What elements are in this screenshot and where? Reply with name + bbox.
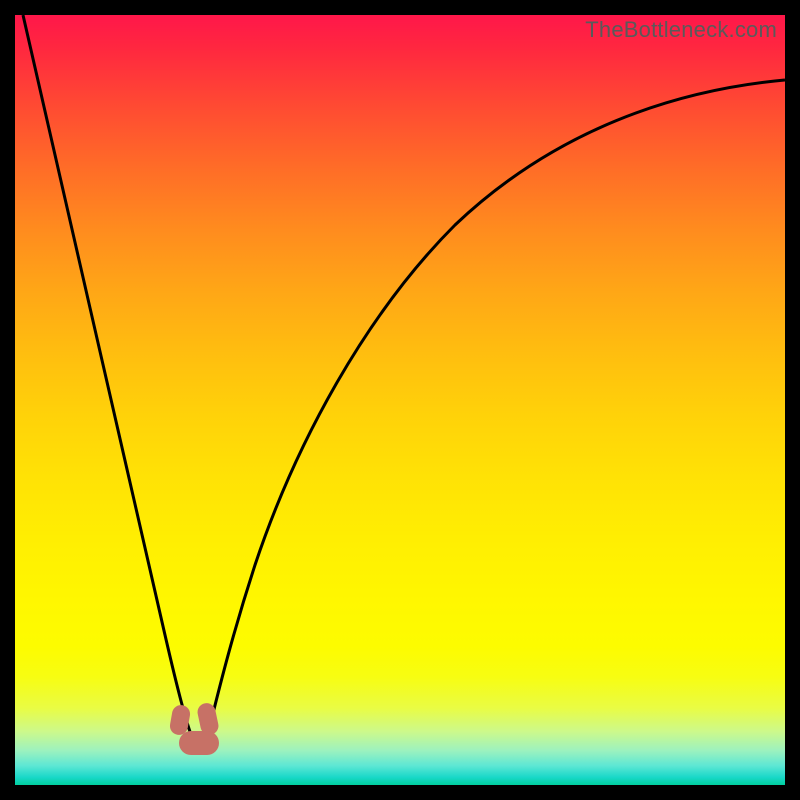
left-curve: [23, 15, 195, 745]
right-curve: [205, 80, 785, 745]
chart-frame: TheBottleneck.com: [0, 0, 800, 800]
curve-layer: [15, 15, 785, 785]
plot-area: TheBottleneck.com: [15, 15, 785, 785]
min-marker-base: [179, 731, 219, 755]
